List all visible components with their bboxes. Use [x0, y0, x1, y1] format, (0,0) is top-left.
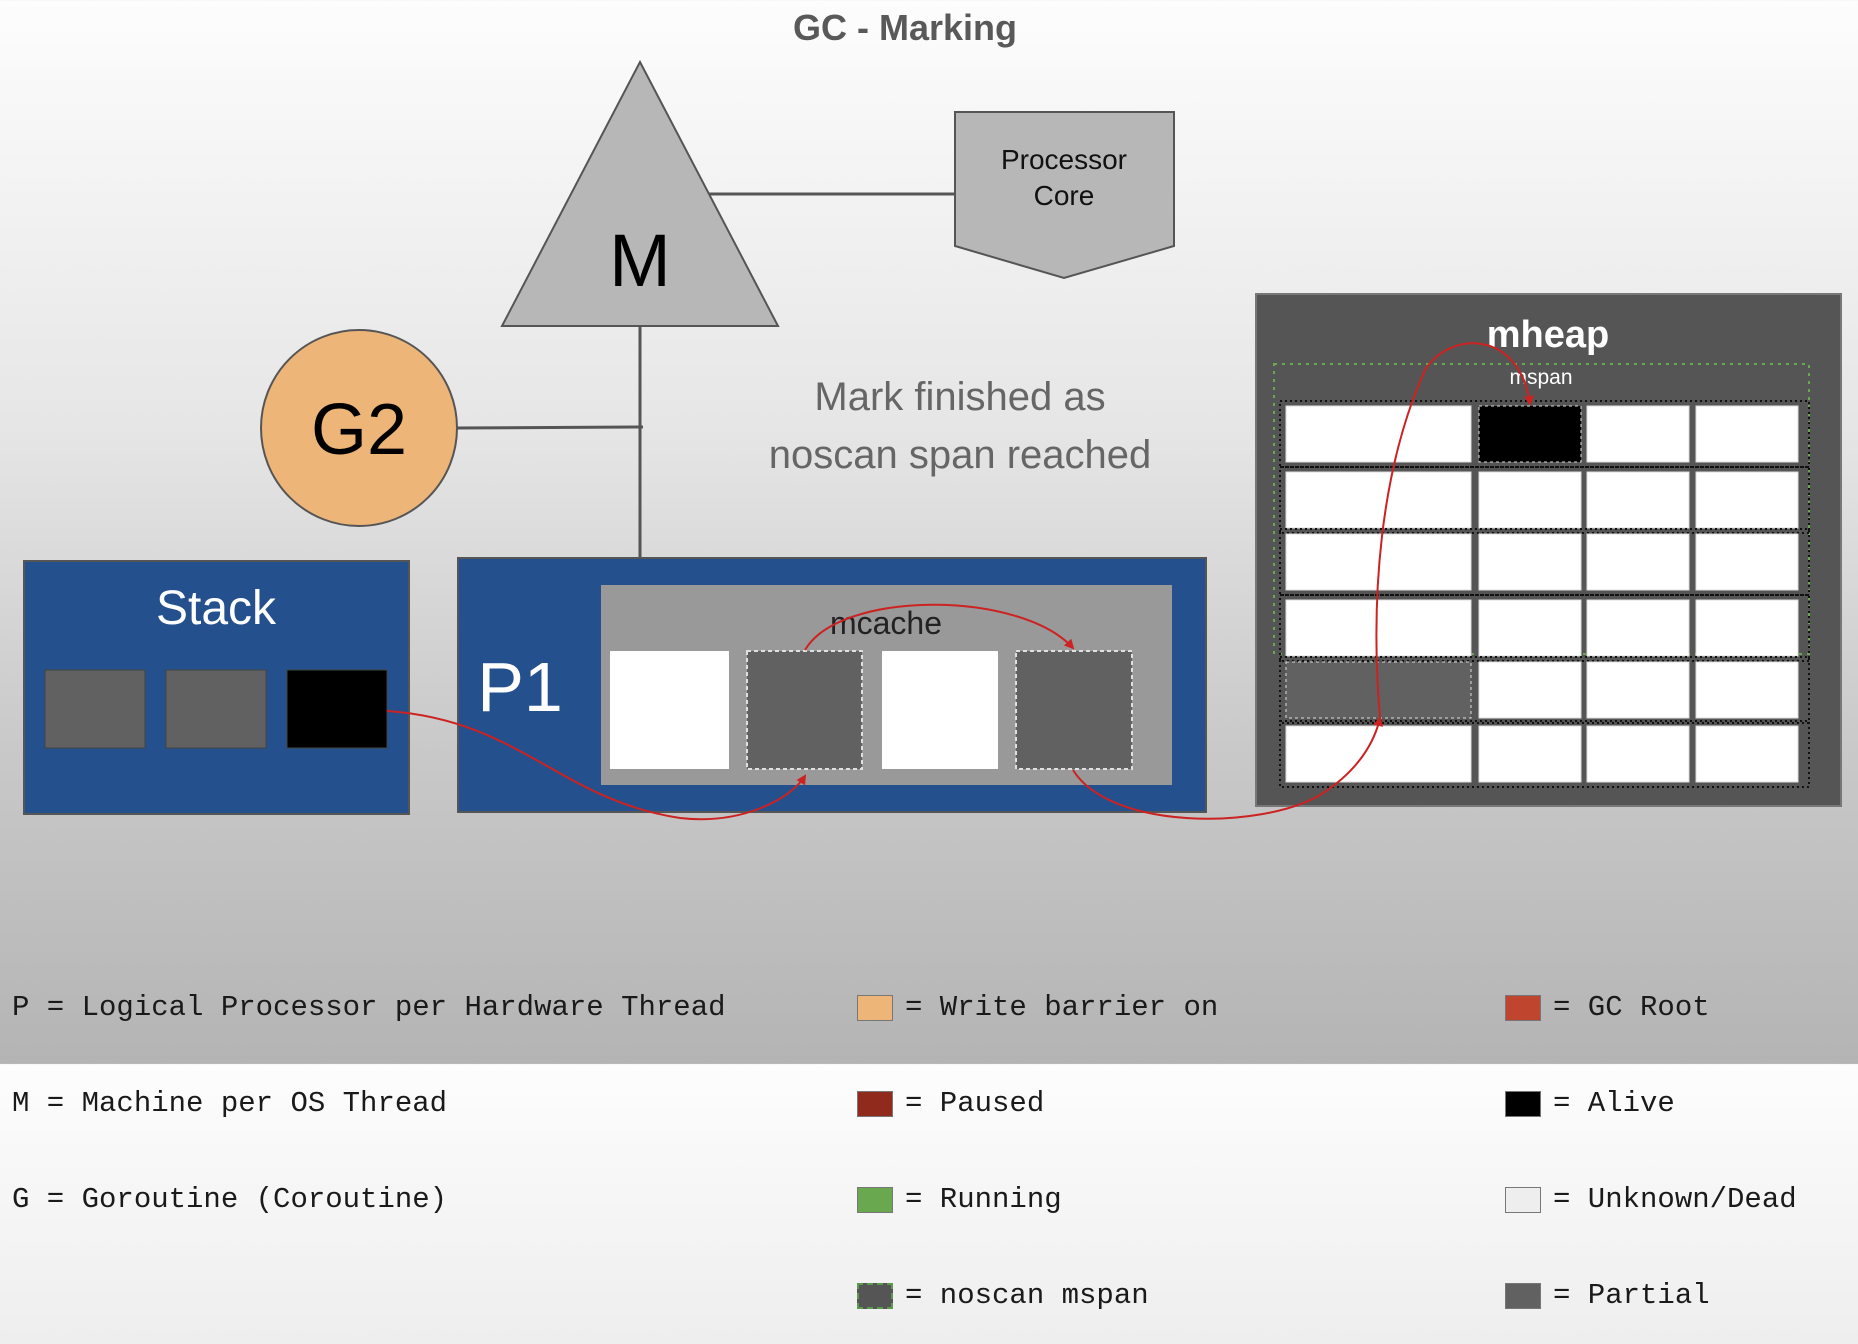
legend-state-running: = Running	[857, 1184, 1218, 1216]
mheap-object-unknown	[1586, 599, 1690, 657]
stack-title: Stack	[156, 582, 277, 635]
legend-definition: G = Goroutine (Coroutine)	[12, 1183, 448, 1216]
processor-core-line2: Core	[1034, 180, 1095, 211]
legend-object-label: = Partial	[1553, 1279, 1710, 1312]
legend-state-label: = Write barrier on	[905, 991, 1219, 1024]
legend-swatch	[1505, 995, 1541, 1021]
mheap-object-unknown	[1695, 725, 1799, 783]
legend-definitions: P = Logical Processor per Hardware Threa…	[12, 928, 726, 1248]
legend-state-label: = Running	[905, 1183, 1062, 1216]
legend-state-paused: = Paused	[857, 1088, 1218, 1120]
legend-definition: P = Logical Processor per Hardware Threa…	[12, 991, 726, 1024]
gc-marking-diagram: GC - Marking M Processor Core G2 Mark fi…	[23, 7, 1842, 821]
legend-swatch	[857, 1283, 893, 1309]
mheap-object-unknown	[1695, 471, 1799, 529]
mheap-title: mheap	[1487, 314, 1609, 356]
mheap-object-unknown	[1478, 533, 1582, 591]
diagram-title: GC - Marking	[793, 7, 1017, 48]
mheap-object-unknown	[1695, 533, 1799, 591]
legend-object-label: = GC Root	[1553, 991, 1710, 1024]
legend-swatch	[857, 1091, 893, 1117]
mheap-object-unknown	[1285, 405, 1472, 463]
legend-object-gc-root: = GC Root	[1505, 992, 1797, 1024]
mheap-object-unknown	[1285, 599, 1472, 657]
mcache-span-noscan	[746, 650, 863, 770]
legend-object-unknown: = Unknown/Dead	[1505, 1184, 1797, 1216]
mheap-object-unknown	[1478, 471, 1582, 529]
goroutine-label: G2	[311, 390, 407, 470]
mcache-span-noscan	[1015, 650, 1133, 770]
mheap-object-unknown	[1586, 725, 1690, 783]
legend-swatch	[1505, 1091, 1541, 1117]
mheap-object-unknown	[1478, 599, 1582, 657]
legend-object-partial: = Partial	[1505, 1280, 1797, 1312]
mcache-span	[610, 651, 729, 769]
legend-state-label: = Paused	[905, 1087, 1045, 1120]
legend-swatch	[1505, 1187, 1541, 1213]
mheap-object-unknown	[1285, 471, 1472, 529]
g-to-m-line	[455, 425, 644, 430]
mheap-object-unknown	[1586, 661, 1690, 719]
legend-swatch	[857, 995, 893, 1021]
mcache-title: mcache	[830, 605, 942, 641]
legend-state-label: = noscan mspan	[905, 1279, 1149, 1312]
stack-slot-gc-root	[286, 669, 388, 749]
mheap-object-unknown	[1285, 725, 1472, 783]
legend-state-write-barrier: = Write barrier on	[857, 992, 1218, 1024]
legend-definition: M = Machine per OS Thread	[12, 1087, 448, 1120]
processor-core-line1: Processor	[1001, 144, 1127, 175]
mcache-span	[882, 651, 998, 769]
mheap-object-alive	[1478, 405, 1582, 463]
stack-slot	[165, 669, 267, 749]
legend-states: = Write barrier on = Paused = Running = …	[857, 928, 1218, 1344]
note-line2: noscan span reached	[769, 433, 1152, 477]
legend-state-noscan: = noscan mspan	[857, 1280, 1218, 1312]
mheap-object-unknown	[1586, 405, 1690, 463]
mheap-object-unknown	[1586, 533, 1690, 591]
mheap-object-unknown	[1695, 599, 1799, 657]
stack-slot	[44, 669, 146, 749]
legend-swatch	[857, 1187, 893, 1213]
note-line1: Mark finished as	[814, 375, 1105, 419]
machine-label: M	[609, 219, 671, 302]
mheap-object-unknown	[1695, 405, 1799, 463]
legend-objects: = GC Root = Alive = Unknown/Dead = Parti…	[1505, 928, 1797, 1344]
mheap-object-unknown	[1478, 661, 1582, 719]
legend-object-alive: = Alive	[1505, 1088, 1797, 1120]
legend-object-label: = Alive	[1553, 1087, 1675, 1120]
mheap-object-unknown	[1478, 725, 1582, 783]
mheap-object-unknown	[1695, 661, 1799, 719]
legend-swatch	[1505, 1283, 1541, 1309]
legend-object-label: = Unknown/Dead	[1553, 1183, 1797, 1216]
processor-label: P1	[477, 648, 563, 726]
mheap-object-unknown	[1586, 471, 1690, 529]
